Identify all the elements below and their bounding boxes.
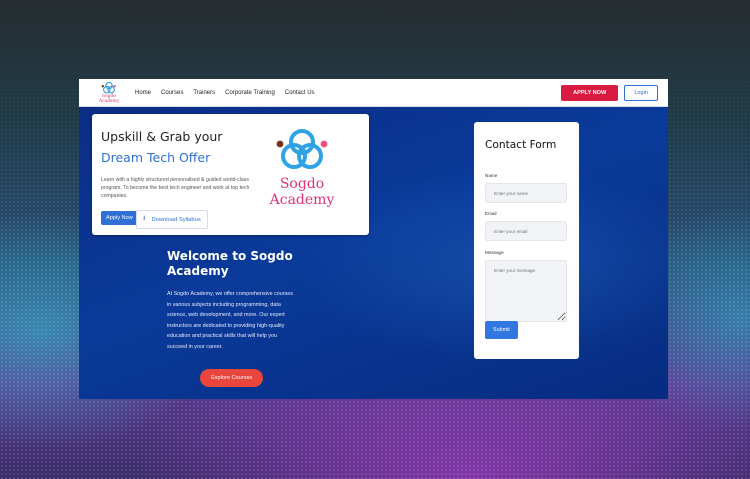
nav-contact-us[interactable]: Contact Us: [285, 90, 315, 96]
site-logo[interactable]: Sogdo Academy: [97, 81, 121, 104]
email-label: Email: [485, 211, 497, 216]
name-label: Name: [485, 173, 498, 178]
logo-knot-icon: [101, 81, 116, 94]
main-nav: Home Courses Trainers Corporate Training…: [135, 90, 315, 96]
nav-courses[interactable]: Courses: [161, 90, 183, 96]
name-input[interactable]: [485, 183, 567, 203]
apply-now-header-button[interactable]: APPLY NOW: [561, 84, 619, 101]
promo-title: Upskill & Grab your: [101, 129, 223, 144]
message-textarea[interactable]: [485, 260, 567, 322]
contact-form-title: Contact Form: [485, 139, 557, 151]
contact-form: Contact Form Name Email Message Submit: [474, 122, 579, 359]
hero-section: Upskill & Grab your Dream Tech Offer Lea…: [79, 107, 668, 399]
nav-actions: APPLY NOW Login: [561, 84, 658, 101]
browser-window: Sogdo Academy Home Courses Trainers Corp…: [79, 79, 668, 399]
explore-courses-button[interactable]: Explore Courses: [200, 369, 264, 387]
message-label: Message: [485, 250, 504, 255]
apply-now-button[interactable]: Apply Now: [101, 211, 138, 225]
nav-home[interactable]: Home: [135, 90, 151, 96]
logo-knot-large-icon: [276, 129, 328, 169]
login-button[interactable]: Login: [624, 84, 658, 101]
submit-button[interactable]: Submit: [485, 321, 518, 339]
nav-trainers[interactable]: Trainers: [193, 90, 215, 96]
welcome-text: At Sogdo Academy, we offer comprehensive…: [167, 291, 293, 350]
email-input[interactable]: [485, 221, 567, 241]
welcome-title: Welcome to Sogdo Academy: [167, 249, 293, 278]
promo-subtitle: Dream Tech Offer: [101, 150, 211, 165]
promo-card: Upskill & Grab your Dream Tech Offer Lea…: [92, 114, 369, 235]
logo-line-1: Sogdo: [279, 176, 325, 192]
download-icon: ⭳: [143, 215, 146, 222]
top-navbar: Sogdo Academy Home Courses Trainers Corp…: [79, 79, 668, 107]
logo-text: Sogdo Academy: [98, 93, 120, 104]
promo-description: Learn with a highly structured personali…: [101, 177, 250, 199]
logo-line-2: Academy: [269, 192, 335, 208]
nav-corporate-training[interactable]: Corporate Training: [225, 90, 275, 96]
download-syllabus-label: Download Syllabus: [151, 216, 201, 223]
academy-logo: Sogdo Academy: [262, 126, 342, 208]
download-syllabus-button[interactable]: ⭳ Download Syllabus: [136, 210, 208, 229]
